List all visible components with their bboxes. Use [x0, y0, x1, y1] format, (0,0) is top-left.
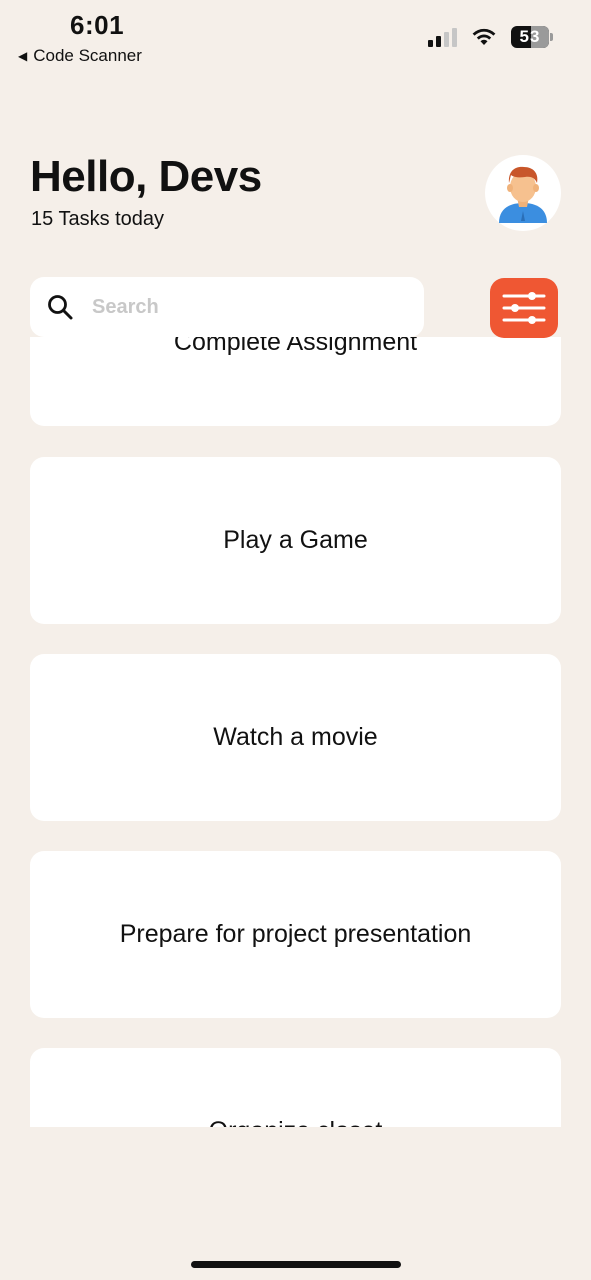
search-input[interactable] [90, 294, 394, 320]
person-avatar-icon [499, 166, 547, 223]
task-card[interactable]: Prepare for project presentation [30, 851, 561, 1018]
battery-percent: 53 [519, 27, 541, 46]
profile-avatar[interactable] [485, 155, 561, 231]
task-card[interactable]: Play a Game [30, 457, 561, 624]
back-to-app-link[interactable]: ◀ Code Scanner [18, 46, 142, 66]
task-title: Complete Assignment [173, 337, 418, 356]
task-list[interactable]: Complete Assignment Play a Game Watch a … [30, 337, 561, 1127]
task-card[interactable]: Watch a movie [30, 654, 561, 821]
status-indicators: 53 [428, 26, 553, 48]
back-app-label: Code Scanner [33, 46, 142, 65]
search-icon [48, 295, 73, 320]
cellular-signal-icon [428, 27, 457, 47]
task-title: Organize closet [209, 1117, 383, 1127]
sliders-icon [502, 292, 546, 324]
task-card[interactable]: Complete Assignment [30, 337, 561, 426]
filter-button[interactable] [490, 278, 558, 338]
task-title: Play a Game [223, 526, 368, 554]
greeting-title: Hello, Devs [30, 152, 262, 201]
tasks-today-count: 15 Tasks today [31, 208, 165, 230]
task-card[interactable]: Organize closet [30, 1048, 561, 1127]
battery-icon: 53 [511, 26, 553, 48]
task-title: Watch a movie [213, 723, 378, 751]
search-bar[interactable] [30, 277, 424, 337]
home-indicator[interactable] [191, 1261, 401, 1268]
back-arrow-icon: ◀ [18, 49, 28, 63]
task-title: Prepare for project presentation [119, 920, 472, 948]
status-time: 6:01 [70, 10, 125, 40]
wifi-icon [472, 28, 496, 45]
